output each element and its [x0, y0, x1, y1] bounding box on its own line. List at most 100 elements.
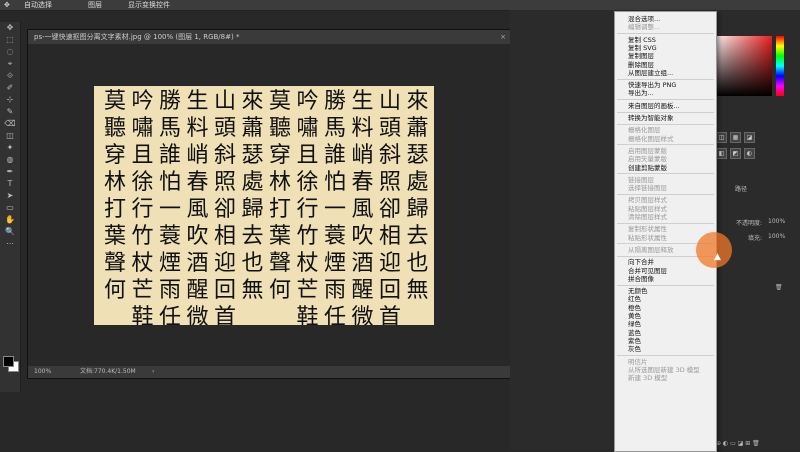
menu-item: 新建 3D 模型 — [628, 374, 668, 383]
calligraphy-char: 無 — [241, 278, 264, 303]
menu-separator — [617, 111, 714, 113]
status-bar: 100% 文档:770.4K/1.50M › — [28, 366, 510, 378]
layer-panel-buttons[interactable]: ⊕ ◐ ▭ ◪ ⊞ 🗑 — [716, 440, 760, 447]
menu-item[interactable]: 红色 — [628, 295, 641, 303]
tool-icon[interactable]: ⌫ — [0, 118, 20, 130]
menu-item[interactable]: 混合选项... — [628, 15, 660, 23]
delete-layer-icon[interactable]: 🗑 — [775, 284, 783, 291]
calligraphy-char: 芒 — [131, 278, 154, 303]
calligraphy-char: 勝 — [323, 89, 346, 114]
move-tool-icon[interactable]: ✥ — [4, 0, 10, 10]
calligraphy-char: 打 — [268, 197, 291, 222]
menu-separator — [617, 355, 714, 356]
menu-item[interactable]: 绿色 — [628, 320, 641, 328]
menu-item[interactable]: 来自图层的画板... — [628, 102, 680, 110]
tool-icon[interactable]: ✦ — [0, 142, 20, 154]
tool-icon[interactable]: ◍ — [0, 154, 20, 166]
calligraphy-char: 頭 — [378, 116, 401, 141]
calligraphy-char: 酒 — [351, 251, 374, 276]
menu-item[interactable]: 橙色 — [628, 304, 641, 312]
calligraphy-char: 任 — [158, 305, 181, 325]
calligraphy-char: 來 — [406, 89, 429, 114]
menu-item[interactable]: 拼合图像 — [628, 275, 654, 283]
menu-item[interactable]: 无颜色 — [628, 287, 648, 295]
menu-item: 链接图层 — [628, 175, 654, 184]
calligraphy-char: 吟 — [296, 89, 319, 114]
zoom-level[interactable]: 100% — [34, 366, 51, 378]
tool-icon[interactable]: ✥ — [0, 22, 20, 34]
calligraphy-char: 雨 — [158, 278, 181, 303]
menu-item[interactable]: 合并可见图层 — [628, 267, 667, 275]
tool-icon[interactable]: ⟐ — [0, 70, 20, 82]
curves-icon[interactable]: ▦ — [730, 132, 741, 143]
tool-icon[interactable]: ✐ — [0, 82, 20, 94]
tool-icon[interactable]: ➤ — [0, 190, 20, 202]
show-transform-controls-label[interactable]: 显示变换控件 — [128, 0, 170, 10]
tool-icon[interactable]: ⊹ — [0, 94, 20, 106]
menu-item[interactable]: 创建剪贴蒙版 — [628, 164, 667, 172]
tool-icon[interactable]: ✒ — [0, 166, 20, 178]
menu-item: 从所选图层新建 3D 模型 — [628, 365, 700, 374]
photo-filter-icon[interactable]: ◐ — [744, 148, 755, 159]
menu-item[interactable]: 从图层建立组... — [628, 69, 673, 77]
foreground-color[interactable] — [3, 356, 14, 367]
menu-item: 栅格化图层样式 — [628, 134, 674, 143]
calligraphy-char: 相 — [378, 224, 401, 249]
auto-select-checkbox-label[interactable]: 自动选择 — [24, 0, 52, 10]
menu-item[interactable]: 复制 CSS — [628, 36, 656, 44]
close-icon[interactable]: × — [500, 30, 506, 44]
canvas-image[interactable]: 莫聽穿林打葉聲何 吟嘯且徐行竹杖芒鞋 勝馬誰怕一蓑煙雨任 生料峭春風吹酒醒微 山頭斜照卻… — [94, 86, 434, 325]
menu-item[interactable]: 快速导出为 PNG — [628, 81, 676, 89]
tool-icon[interactable]: T — [0, 178, 20, 190]
tool-icon[interactable]: ◫ — [0, 130, 20, 142]
balance-icon[interactable]: ◧ — [716, 148, 727, 159]
tool-icon[interactable]: ✋ — [0, 214, 20, 226]
calligraphy-char: 蕭 — [241, 116, 264, 141]
paths-tab[interactable]: 路径 — [735, 184, 747, 193]
calligraphy-char: 照 — [213, 170, 236, 195]
color-picker-field[interactable] — [712, 36, 772, 96]
tool-icon[interactable]: ◌ — [0, 46, 20, 58]
tool-icon[interactable]: ▭ — [0, 202, 20, 214]
calligraphy-char: 歸 — [406, 197, 429, 222]
calligraphy-char: 何 — [103, 278, 126, 303]
menu-item[interactable]: 蓝色 — [628, 329, 641, 337]
calligraphy-char: 且 — [296, 143, 319, 168]
menu-item[interactable]: 复制图层 — [628, 52, 654, 60]
opacity-value[interactable]: 100% — [768, 218, 785, 225]
tool-icon[interactable]: ✎ — [0, 106, 20, 118]
calligraphy-char: 首 — [378, 305, 401, 325]
tool-icon[interactable]: ⌖ — [0, 58, 20, 70]
tool-icon[interactable]: ⬚ — [0, 34, 20, 46]
adjust-icon[interactable]: ◫ — [716, 132, 727, 143]
menu-item: 明信片 — [628, 357, 648, 366]
chevron-right-icon[interactable]: › — [152, 366, 154, 378]
calligraphy-char: 山 — [378, 89, 401, 114]
auto-select-target-dropdown[interactable]: 图层 — [88, 0, 102, 10]
hue-slider[interactable] — [776, 36, 784, 96]
menu-item[interactable]: 向下合并 — [628, 258, 654, 266]
menu-item[interactable]: 黄色 — [628, 312, 641, 320]
menu-item[interactable]: 转换为智能对象 — [628, 114, 674, 122]
calligraphy-char: 吟 — [131, 89, 154, 114]
bw-icon[interactable]: ◩ — [730, 148, 741, 159]
menu-separator — [617, 222, 714, 224]
menu-separator — [617, 99, 714, 101]
menu-item[interactable]: 导出为... — [628, 89, 654, 97]
tool-icon[interactable]: 🔍 — [0, 226, 20, 238]
calligraphy-char: 徐 — [131, 170, 154, 195]
menu-separator — [617, 144, 714, 146]
menu-item[interactable]: 灰色 — [628, 345, 641, 353]
cursor-highlight — [696, 232, 732, 268]
menu-item[interactable]: 紫色 — [628, 337, 641, 345]
calligraphy-char: 嘯 — [131, 116, 154, 141]
fill-value[interactable]: 100% — [768, 233, 785, 240]
calligraphy-char: 蓑 — [158, 224, 181, 249]
document-tab[interactable]: ps-一键快速抠图分离文字素材.jpg @ 100% (图层 1, RGB/8#… — [28, 30, 510, 44]
color-swatches[interactable] — [3, 356, 19, 372]
menu-item[interactable]: 删除图层 — [628, 61, 654, 69]
levels-icon[interactable]: ◪ — [744, 132, 755, 143]
menu-item[interactable]: 复制 SVG — [628, 44, 657, 52]
document-info: 文档:770.4K/1.50M — [80, 368, 136, 375]
tool-icon[interactable]: ⋯ — [0, 238, 20, 250]
